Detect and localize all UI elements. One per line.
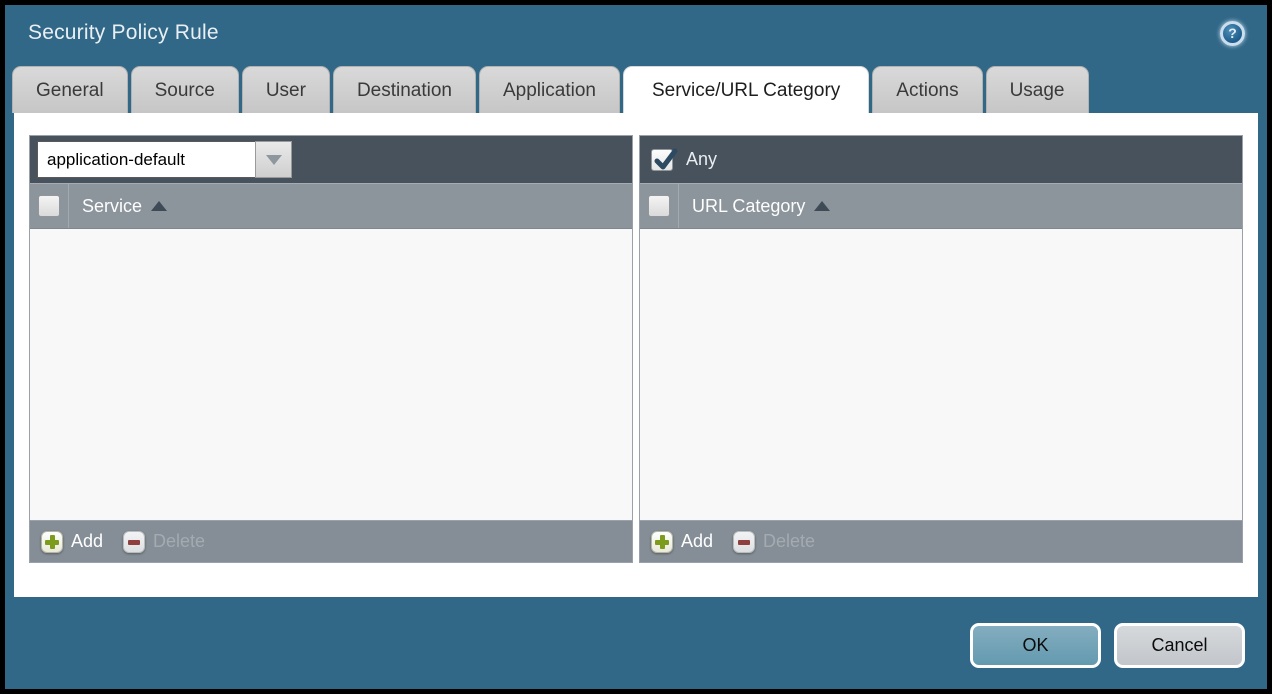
tab-actions[interactable]: Actions [872, 66, 982, 113]
service-list-body[interactable] [30, 229, 632, 520]
any-label: Any [686, 149, 717, 170]
url-category-list-body[interactable] [640, 229, 1242, 520]
ok-button[interactable]: OK [970, 623, 1101, 668]
service-add-label: Add [71, 531, 103, 552]
url-category-select-all-cell [640, 184, 679, 228]
url-category-column-label: URL Category [692, 196, 805, 217]
title-bar: Security Policy Rule ? [5, 5, 1267, 61]
url-category-add-button[interactable]: Add [651, 531, 713, 553]
url-category-column-header[interactable]: URL Category [679, 184, 830, 228]
any-row: Any [647, 149, 717, 171]
url-category-add-label: Add [681, 531, 713, 552]
sort-ascending-icon [151, 201, 167, 211]
dialog-button-row: OK Cancel [5, 623, 1245, 668]
url-category-toolbar: Any [640, 136, 1242, 183]
tab-user[interactable]: User [242, 66, 330, 113]
help-icon[interactable]: ? [1220, 21, 1245, 46]
tab-destination[interactable]: Destination [333, 66, 476, 113]
tab-general[interactable]: General [12, 66, 128, 113]
url-category-footer: Add Delete [640, 520, 1242, 562]
url-category-delete-label: Delete [763, 531, 815, 552]
security-policy-rule-dialog: Security Policy Rule ? General Source Us… [5, 5, 1267, 689]
minus-icon [123, 531, 145, 553]
cancel-button[interactable]: Cancel [1114, 623, 1245, 668]
service-delete-button[interactable]: Delete [123, 531, 205, 553]
url-category-panel: Any URL Category Add [639, 135, 1243, 563]
sort-ascending-icon [814, 201, 830, 211]
tab-service-url-category[interactable]: Service/URL Category [623, 66, 869, 113]
service-type-dropdown-button[interactable] [255, 141, 292, 178]
tab-usage[interactable]: Usage [986, 66, 1089, 113]
service-select-all-checkbox[interactable] [38, 195, 60, 217]
chevron-down-icon [266, 155, 282, 165]
service-footer: Add Delete [30, 520, 632, 562]
tab-source[interactable]: Source [131, 66, 239, 113]
question-mark-glyph: ? [1228, 25, 1237, 41]
tab-content: Service Add Delete [14, 113, 1258, 597]
service-type-dropdown-input[interactable] [37, 141, 255, 178]
tab-application[interactable]: Application [479, 66, 620, 113]
service-toolbar [30, 136, 632, 183]
service-panel: Service Add Delete [29, 135, 633, 563]
service-select-all-cell [30, 184, 69, 228]
service-column-label: Service [82, 196, 142, 217]
plus-icon [651, 531, 673, 553]
tab-bar: General Source User Destination Applicat… [5, 61, 1267, 113]
plus-icon [41, 531, 63, 553]
url-category-table-header: URL Category [640, 183, 1242, 229]
any-checkbox[interactable] [651, 149, 673, 171]
service-table-header: Service [30, 183, 632, 229]
url-category-delete-button[interactable]: Delete [733, 531, 815, 553]
service-type-dropdown [37, 141, 292, 178]
url-category-select-all-checkbox[interactable] [648, 195, 670, 217]
service-column-header[interactable]: Service [69, 184, 167, 228]
dialog-title: Security Policy Rule [28, 21, 219, 45]
service-add-button[interactable]: Add [41, 531, 103, 553]
checkmark-icon [653, 148, 679, 174]
service-delete-label: Delete [153, 531, 205, 552]
minus-icon [733, 531, 755, 553]
